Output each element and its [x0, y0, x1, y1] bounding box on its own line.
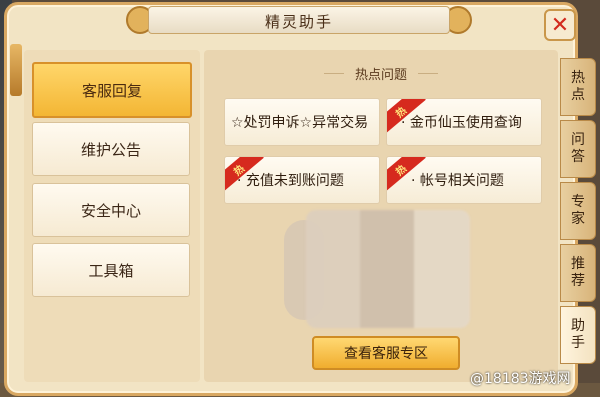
side-tab-char: 推: [571, 256, 585, 272]
left-menu: 客服回复 维护公告 安全中心 工具箱: [24, 50, 200, 382]
window-title: 精灵助手: [264, 13, 333, 31]
side-tab-char: 家: [571, 211, 585, 227]
side-tab-qa[interactable]: 问 答: [560, 120, 596, 178]
side-tab-char: 专: [571, 194, 585, 210]
close-icon: ✕: [550, 12, 570, 38]
pixelated-area: [306, 210, 470, 328]
title-bar: 精灵助手: [148, 6, 450, 34]
side-tab-char: 答: [571, 149, 585, 165]
side-tab-assistant[interactable]: 助 手: [560, 306, 596, 364]
hot-section-title: 热点问题: [354, 68, 407, 83]
side-tab-char: 荐: [571, 273, 585, 289]
view-support-zone-button[interactable]: 查看客服专区: [312, 336, 460, 370]
question-currency-button[interactable]: 热 · 金币仙玉使用查询: [386, 98, 542, 146]
question-label: ☆处罚申诉☆异常交易: [231, 115, 369, 131]
side-tab-char: 热: [571, 70, 585, 86]
question-label: · 充值未到账问题: [237, 173, 344, 189]
question-label: · 金币仙玉使用查询: [401, 115, 522, 131]
side-tab-recommend[interactable]: 推 荐: [560, 244, 596, 302]
side-tab-char: 手: [571, 335, 585, 351]
menu-security-center-button[interactable]: 安全中心: [32, 183, 190, 237]
site-watermark: @18183游戏网: [470, 371, 571, 387]
menu-customer-reply-button[interactable]: 客服回复: [32, 62, 192, 118]
side-tab-hot[interactable]: 热 点: [560, 58, 596, 116]
side-tab-char: 问: [571, 132, 585, 148]
question-recharge-button[interactable]: 热 · 充值未到账问题: [224, 156, 380, 204]
question-appeal-button[interactable]: ☆处罚申诉☆异常交易: [224, 98, 380, 146]
menu-maintenance-notice-button[interactable]: 维护公告: [32, 122, 190, 176]
close-button[interactable]: ✕: [544, 9, 576, 41]
question-account-button[interactable]: 热 · 帐号相关问题: [386, 156, 542, 204]
title-divider-right: [418, 73, 438, 74]
side-tab-char: 点: [571, 87, 585, 103]
question-label: · 帐号相关问题: [411, 173, 504, 189]
side-tab-char: 助: [571, 318, 585, 334]
side-tab-expert[interactable]: 专 家: [560, 182, 596, 240]
tassel-decoration: [10, 44, 22, 96]
menu-toolbox-button[interactable]: 工具箱: [32, 243, 190, 297]
